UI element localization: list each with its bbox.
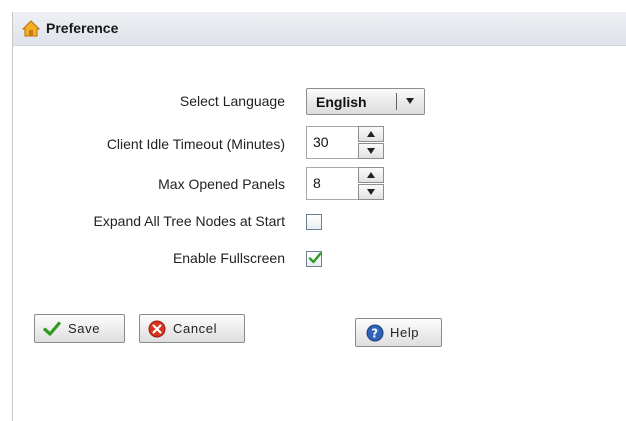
select-language-label: Select Language [179, 93, 285, 109]
chevron-down-icon [406, 98, 414, 104]
arrow-down-icon [367, 189, 375, 195]
home-icon [21, 20, 41, 37]
language-selected-value: English [316, 94, 367, 110]
save-button-label: Save [68, 321, 101, 336]
fullscreen-label: Enable Fullscreen [172, 250, 285, 266]
idle-timeout-label: Client Idle Timeout (Minutes) [106, 136, 285, 152]
cancel-icon [148, 320, 166, 338]
checkmark-icon [308, 251, 322, 265]
expand-tree-label: Expand All Tree Nodes at Start [93, 213, 285, 229]
panel-title: Preference [46, 20, 119, 36]
max-panels-increment-button[interactable] [358, 167, 384, 183]
help-button[interactable]: ? Help [355, 318, 442, 347]
max-panels-input[interactable]: 8 [306, 167, 358, 200]
arrow-down-icon [367, 148, 375, 154]
idle-timeout-increment-button[interactable] [358, 126, 384, 142]
cancel-button[interactable]: Cancel [139, 314, 245, 343]
svg-text:?: ? [371, 327, 379, 341]
cancel-button-label: Cancel [173, 321, 218, 336]
language-select[interactable]: English [306, 88, 425, 115]
panel-header: Preference [13, 12, 626, 46]
arrow-up-icon [367, 131, 375, 137]
arrow-up-icon [367, 172, 375, 178]
save-button[interactable]: Save [34, 314, 125, 343]
max-panels-label: Max Opened Panels [158, 176, 285, 192]
fullscreen-checkbox[interactable] [306, 251, 322, 267]
expand-tree-checkbox[interactable] [306, 214, 322, 230]
idle-timeout-decrement-button[interactable] [358, 143, 384, 159]
max-panels-decrement-button[interactable] [358, 184, 384, 200]
help-button-label: Help [390, 325, 420, 340]
help-icon: ? [366, 324, 384, 342]
idle-timeout-stepper: 30 [306, 126, 384, 159]
max-panels-stepper: 8 [306, 167, 384, 200]
check-icon [43, 320, 61, 338]
select-divider [396, 93, 397, 110]
idle-timeout-input[interactable]: 30 [306, 126, 358, 159]
